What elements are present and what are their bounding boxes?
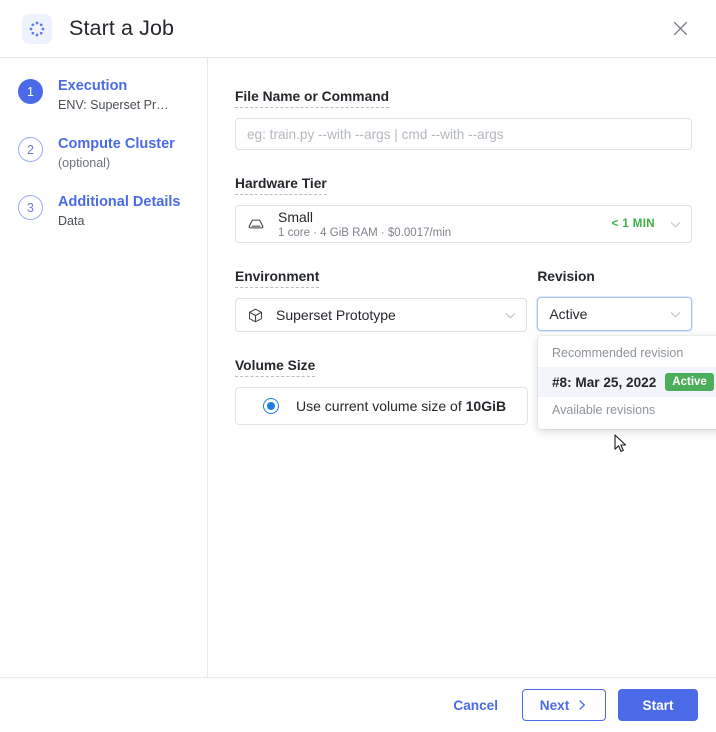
environment-field-group: Environment Superset Prototype xyxy=(235,268,528,332)
step-number-2: 2 xyxy=(18,137,43,162)
file-command-label: File Name or Command xyxy=(235,89,390,108)
start-a-job-dialog: Start a Job 1 Execution ENV: Superset Pr… xyxy=(0,0,716,732)
chevron-down-icon xyxy=(669,218,682,231)
chevron-down-icon xyxy=(669,308,682,321)
dropdown-item-revision-8[interactable]: #8: Mar 25, 2022 Active xyxy=(538,367,716,397)
step-title-additional-details: Additional Details xyxy=(58,194,181,210)
volume-size-label: Volume Size xyxy=(235,358,316,377)
environment-value: Superset Prototype xyxy=(276,307,396,323)
sidebar-item-execution[interactable]: 1 Execution ENV: Superset Pr… xyxy=(0,78,207,113)
start-button[interactable]: Start xyxy=(618,689,698,721)
radio-dot xyxy=(267,402,275,410)
volume-size-option-row[interactable]: Use current volume size of 10GiB xyxy=(235,387,528,425)
revision-select[interactable]: Active xyxy=(537,297,692,331)
volume-size-option-value: 10GiB xyxy=(465,398,507,414)
close-icon[interactable] xyxy=(664,13,696,45)
step-number-3: 3 xyxy=(18,195,43,220)
chevron-right-icon xyxy=(576,699,588,711)
environment-label: Environment xyxy=(235,269,320,288)
step-subtitle-additional-details: Data xyxy=(58,214,85,228)
volume-size-option-prefix: Use current volume size of xyxy=(296,398,466,414)
step-sidebar: 1 Execution ENV: Superset Pr… 2 Compute … xyxy=(0,58,207,677)
job-spinner-icon xyxy=(22,13,52,44)
dropdown-group-header-recommended: Recommended revision xyxy=(552,346,684,360)
step-text-3: Additional Details Data xyxy=(58,194,180,229)
cube-icon xyxy=(247,307,264,324)
page-title: Start a Job xyxy=(69,16,175,40)
dialog-header: Start a Job xyxy=(0,0,716,57)
hardware-tier-eta-badge: < 1 MIN xyxy=(611,218,655,230)
volume-size-option-label: Use current volume size of 10GiB xyxy=(296,398,506,414)
step-text-2: Compute Cluster (optional) xyxy=(58,136,175,171)
file-command-input[interactable]: eg: train.py --with --args | cmd --with … xyxy=(235,118,692,150)
file-command-placeholder: eg: train.py --with --args | cmd --with … xyxy=(247,126,504,142)
step-number-1: 1 xyxy=(18,79,43,104)
dropdown-item-label: #8: Mar 25, 2022 xyxy=(552,374,657,390)
cancel-button[interactable]: Cancel xyxy=(441,690,510,721)
next-button[interactable]: Next xyxy=(522,689,606,721)
hardware-tier-name: Small xyxy=(278,208,314,225)
volume-size-radio[interactable] xyxy=(263,398,279,414)
dropdown-group-header-available: Available revisions xyxy=(552,403,656,417)
sidebar-item-additional-details[interactable]: 3 Additional Details Data xyxy=(0,194,207,229)
hardware-tier-spec: 1 core · 4 GiB RAM · $0.0017/min xyxy=(278,226,452,239)
revision-label: Revision xyxy=(537,269,595,284)
step-title-execution: Execution xyxy=(58,78,128,94)
hard-drive-icon xyxy=(247,215,265,233)
revision-dropdown-menu: Recommended revision #8: Mar 25, 2022 Ac… xyxy=(538,336,716,429)
sidebar-item-compute-cluster[interactable]: 2 Compute Cluster (optional) xyxy=(0,136,207,171)
step-subtitle-execution: ENV: Superset Pr… xyxy=(58,98,169,112)
environment-revision-row: Environment Superset Prototype Revision … xyxy=(235,268,692,332)
step-subtitle-compute-cluster: (optional) xyxy=(58,156,111,170)
step-title-compute-cluster: Compute Cluster xyxy=(58,136,175,152)
status-badge: Active xyxy=(665,373,714,391)
chevron-down-icon xyxy=(504,309,517,322)
hardware-tier-field-group: Hardware Tier Small 1 core · 4 GiB RAM ·… xyxy=(235,175,692,243)
revision-field-group: Revision Active xyxy=(537,268,692,332)
file-command-field-group: File Name or Command eg: train.py --with… xyxy=(235,88,692,150)
dialog-footer: Cancel Next Start xyxy=(0,678,716,732)
hardware-tier-text: Small 1 core · 4 GiB RAM · $0.0017/min xyxy=(278,209,451,240)
revision-value: Active xyxy=(549,306,588,322)
step-text-1: Execution ENV: Superset Pr… xyxy=(58,78,169,113)
next-button-label: Next xyxy=(539,697,570,713)
hardware-tier-select[interactable]: Small 1 core · 4 GiB RAM · $0.0017/min <… xyxy=(235,205,692,243)
hardware-tier-label: Hardware Tier xyxy=(235,176,327,195)
environment-select[interactable]: Superset Prototype xyxy=(235,298,528,332)
